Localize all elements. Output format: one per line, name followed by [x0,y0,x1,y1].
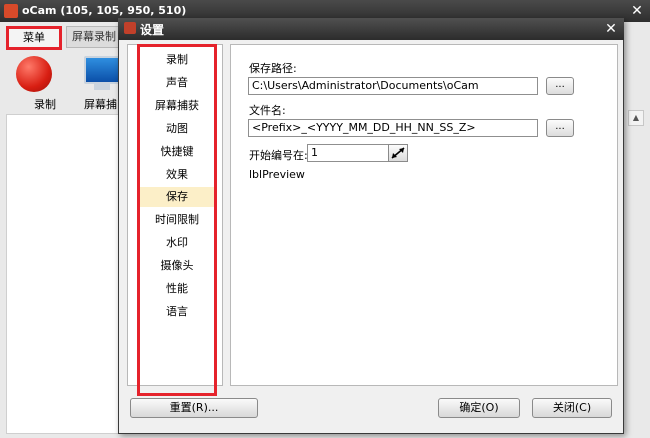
close-button[interactable]: 关闭(C) [532,398,612,418]
save-path-field[interactable]: C:\Users\Administrator\Documents\oCam [248,77,538,95]
browse-path-button[interactable]: ... [546,77,574,95]
screen-capture-label[interactable]: 屏幕捕 [84,96,117,112]
record-icon[interactable] [16,56,52,92]
start-number-field[interactable]: 1 [307,144,389,162]
screen-record-tab[interactable]: 屏幕录制 [66,26,122,48]
monitor-icon[interactable] [84,56,120,84]
record-label[interactable]: 录制 [34,96,56,112]
ocam-window-title: oCam (105, 105, 950, 510) [22,4,187,17]
start-number-label: 开始编号在: [249,149,308,162]
spin-arrows-icon [391,147,405,159]
save-settings-panel [230,44,618,386]
monitor-stand [94,84,110,90]
settings-title: 设置 [140,23,165,37]
ocam-app-icon [4,4,18,18]
settings-app-icon [124,22,136,34]
ocam-work-area [6,114,120,434]
filename-options-button[interactable]: ... [546,119,574,137]
scroll-up-icon[interactable]: ▲ [628,110,644,126]
ok-button[interactable]: 确定(O) [438,398,520,418]
filename-field[interactable]: <Prefix>_<YYYY_MM_DD_HH_NN_SS_Z> [248,119,538,137]
menu-tab[interactable]: 菜单 [6,26,62,50]
reset-button[interactable]: 重置(R)... [130,398,258,418]
close-icon[interactable]: ✕ [602,20,620,38]
settings-title-bar [118,18,624,40]
nav-highlight-box [137,44,217,396]
ocam-close-icon[interactable]: ✕ [628,2,646,20]
filename-label: 文件名: [249,104,286,117]
start-number-spin-button[interactable] [388,144,408,162]
save-path-label: 保存路径: [249,62,297,75]
ocam-right-panel [624,40,650,438]
preview-label: lblPreview [249,168,305,181]
